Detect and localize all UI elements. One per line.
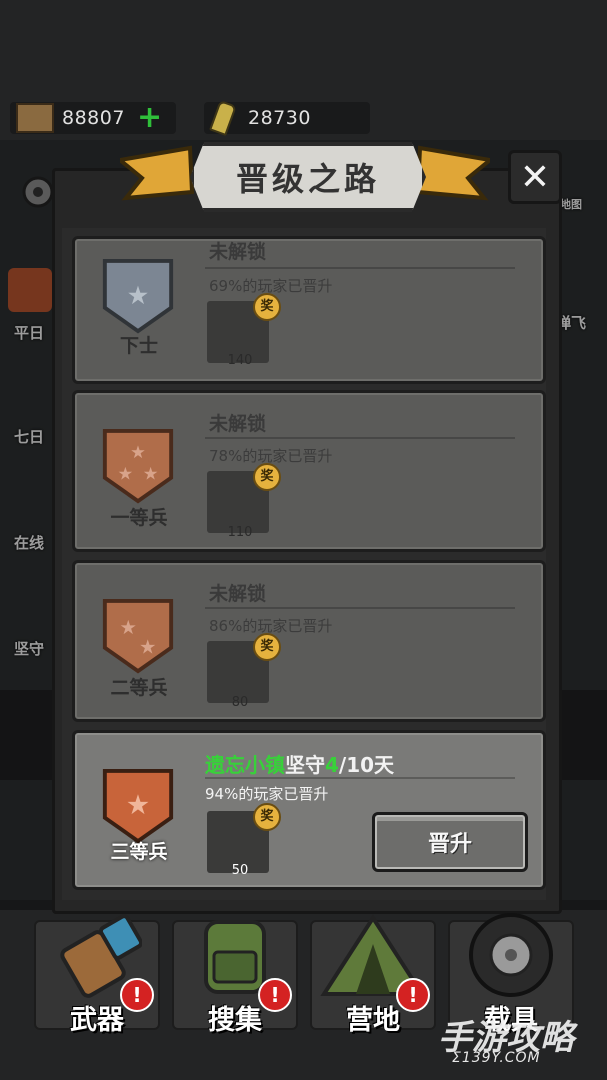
rank-status: 未解锁 <box>209 413 267 435</box>
popup-title: 晋级之路 <box>190 142 426 212</box>
svg-text:★: ★ <box>120 616 137 639</box>
requirement-current: 4 <box>325 753 339 777</box>
svg-text:★: ★ <box>130 443 146 463</box>
reward-count: 110 <box>227 525 253 540</box>
reward-badge-icon: 奖 <box>253 293 281 321</box>
rank-status: 未解锁 <box>209 241 267 263</box>
watermark-url: Σ139Y.COM <box>452 1050 541 1066</box>
reward-count: 80 <box>231 695 249 710</box>
rank-shield-icon: ★ ★ <box>102 598 174 674</box>
tire-icon <box>469 913 553 997</box>
rank-name: 一等兵 <box>110 507 168 529</box>
requirement-place: 遗忘小镇 <box>205 753 285 777</box>
requirement-action: 坚守 <box>285 753 325 777</box>
wood-crate-icon <box>16 103 54 133</box>
rank-shield-icon: ★ <box>102 258 174 334</box>
rank-card-private-first: ★ ★ ★ 一等兵 未解锁 78%的玩家已晋升 奖 110 <box>72 390 546 552</box>
nav-label: 搜集 <box>208 1005 262 1036</box>
ammo-resource: 28730 <box>204 99 370 137</box>
nav-collect[interactable]: ! 搜集 <box>172 920 298 1036</box>
svg-text:★: ★ <box>139 636 156 659</box>
divider <box>205 267 515 269</box>
nav-weapons[interactable]: ! 武器 <box>34 914 160 1036</box>
rank-card-private-second: ★ ★ 二等兵 未解锁 86%的玩家已晋升 奖 80 <box>72 560 546 722</box>
svg-text:★: ★ <box>127 280 150 310</box>
divider <box>205 777 515 779</box>
requirement-target: /10天 <box>338 753 395 777</box>
nav-label: 武器 <box>70 1005 124 1036</box>
reward-badge-icon: 奖 <box>253 803 281 831</box>
rank-name: 三等兵 <box>110 841 168 863</box>
ammo-shell-icon <box>209 99 237 137</box>
svg-text:★: ★ <box>126 790 150 821</box>
rank-status: 未解锁 <box>209 583 267 605</box>
divider <box>205 437 515 439</box>
rank-shield-icon: ★ ★ ★ <box>102 428 174 504</box>
nav-camp[interactable]: ! 营地 <box>310 914 436 1036</box>
promote-button[interactable]: 晋升 <box>372 812 528 872</box>
add-resource-plus-icon[interactable]: + <box>137 103 162 133</box>
ammo-amount: 28730 <box>248 107 311 129</box>
close-icon[interactable]: ✕ <box>508 150 562 204</box>
reward-count: 140 <box>227 353 253 368</box>
wood-amount: 88807 <box>62 107 125 129</box>
reward-badge-icon: 奖 <box>253 463 281 491</box>
reward-badge-icon: 奖 <box>253 633 281 661</box>
rank-shield-icon: ★ <box>102 768 174 844</box>
rank-name: 二等兵 <box>110 677 168 699</box>
nav-label: 营地 <box>346 1005 400 1036</box>
reward-count: 50 <box>231 863 249 878</box>
svg-text:★: ★ <box>143 465 159 485</box>
svg-text:★: ★ <box>117 465 133 485</box>
rank-name: 下士 <box>119 335 158 357</box>
promotion-progress: 94%的玩家已晋升 <box>205 785 329 803</box>
promotion-requirement: 遗忘小镇坚守4/10天 <box>205 749 394 778</box>
divider <box>205 607 515 609</box>
rank-card-corporal: ★ 下士 未解锁 69%的玩家已晋升 奖 140 <box>72 236 546 384</box>
wood-resource: 88807 + <box>10 102 176 134</box>
